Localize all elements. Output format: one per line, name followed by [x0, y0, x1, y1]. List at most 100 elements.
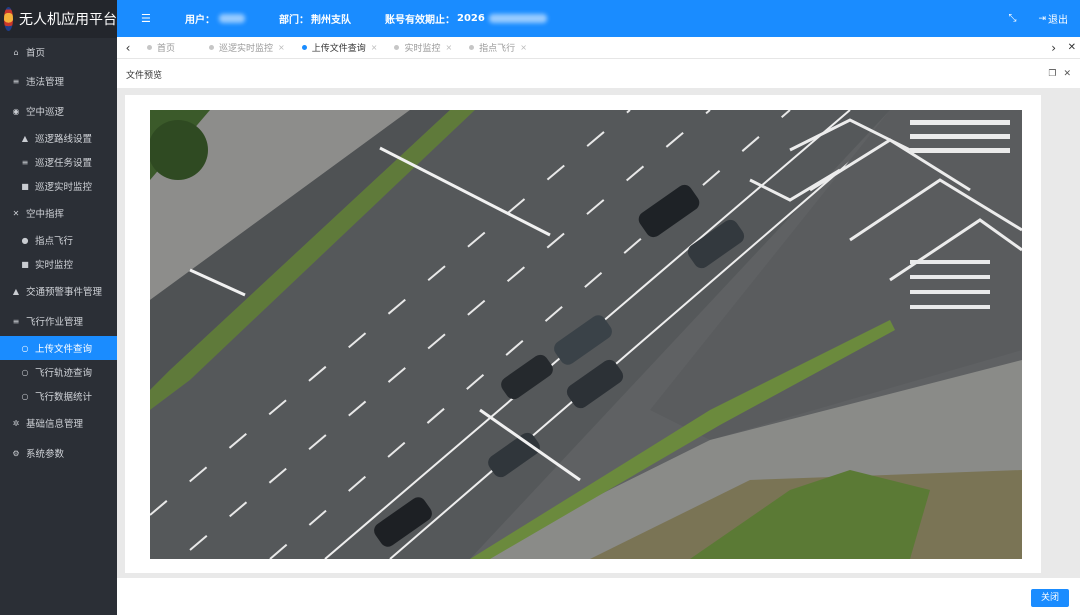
tab-close-icon[interactable]: ×	[520, 43, 527, 52]
sidebar-item-patrol-monitor[interactable]: ■ 巡逻实时监控	[0, 174, 117, 198]
camera-icon: ■	[21, 259, 29, 269]
road-icon: ▲	[21, 133, 29, 143]
list-icon: ≡	[12, 316, 20, 326]
sidebar-item-label: 指点飞行	[35, 236, 74, 247]
tab-patrol-monitor[interactable]: 巡逻实时监控 ×	[209, 41, 285, 54]
expiry-date-redacted	[488, 14, 547, 23]
sidebar-item-label: 违法管理	[26, 77, 65, 88]
close-icon[interactable]: ✕	[1063, 69, 1071, 79]
sidebar-item-upload-query[interactable]: ○ 上传文件查询	[0, 336, 117, 360]
drone-icon: ✕	[12, 208, 20, 218]
tab-label: 首页	[157, 44, 176, 54]
sidebar-item-label: 首页	[26, 48, 46, 59]
tab-scroll-right-icon[interactable]: ›	[1051, 41, 1056, 55]
sidebar-item-air-command[interactable]: ✕ 空中指挥	[0, 198, 117, 228]
panel-title: 文件预览	[126, 70, 163, 81]
logout-label: 退出	[1048, 15, 1068, 26]
panel-footer: 关闭	[117, 578, 1080, 615]
eye-icon: ◉	[12, 106, 20, 116]
tab-dot	[301, 45, 307, 50]
sidebar-item-label: 上传文件查询	[35, 344, 93, 355]
tab-home[interactable]: 首页	[147, 41, 175, 54]
tab-label: 实时监控	[404, 44, 441, 54]
tab-upload-query[interactable]: 上传文件查询 ×	[301, 41, 378, 54]
tab-close-icon[interactable]: ×	[445, 43, 452, 52]
dept-info: 部门： 荆州支队	[279, 11, 351, 26]
tab-close-icon[interactable]: ×	[371, 43, 378, 52]
tab-dot	[147, 45, 152, 50]
sidebar-menu: ⌂ 首页 ≡ 违法管理 ◉ 空中巡逻 ▲ 巡逻路线设置 ≡ 巡逻任务设置 ■ 巡逻实时监控 …	[0, 38, 117, 468]
sidebar-item-basic-info[interactable]: ✲ 基础信息管理	[0, 408, 117, 438]
sidebar-item-label: 实时监控	[35, 260, 74, 271]
search-icon: ○	[21, 391, 29, 401]
dept-value: 荆州支队	[311, 15, 351, 26]
aerial-road-image	[150, 110, 1022, 559]
sidebar-item-realtime-monitor[interactable]: ■ 实时监控	[0, 252, 117, 276]
user-label: 用户：	[185, 15, 215, 26]
sidebar-item-flight-ops[interactable]: ≡ 飞行作业管理	[0, 306, 117, 336]
menu-toggle-icon[interactable]: ☰	[141, 12, 153, 25]
tab-point-flight[interactable]: 指点飞行 ×	[469, 41, 527, 54]
sidebar-item-label: 巡逻路线设置	[35, 134, 93, 145]
brand: 无人机应用平台	[0, 0, 117, 38]
fullscreen-icon[interactable]: ⤡	[1008, 13, 1020, 24]
sidebar-item-label: 交通预警事件管理	[26, 287, 103, 298]
sidebar-item-label: 飞行作业管理	[26, 317, 84, 328]
sidebar-item-patrol-task[interactable]: ≡ 巡逻任务设置	[0, 150, 117, 174]
close-button[interactable]: 关闭	[1030, 589, 1069, 607]
sidebar-item-flight-stats[interactable]: ○ 飞行数据统计	[0, 384, 117, 408]
tab-dot	[394, 45, 400, 50]
tab-bar: ‹ 首页 巡逻实时监控 × 上传文件查询 × 实时监控 × 指点飞行 × › ✕	[117, 37, 1080, 59]
sidebar-item-system-params[interactable]: ⚙ 系统参数	[0, 438, 117, 468]
logout-icon: ⇥	[1038, 13, 1046, 24]
sidebar-item-track-query[interactable]: ○ 飞行轨迹查询	[0, 360, 117, 384]
user-info: 用户：	[185, 11, 245, 26]
expiry-value: 2026	[457, 13, 485, 24]
file-preview-panel: 文件预览 ❐ ✕ 关闭	[117, 60, 1080, 615]
sidebar-item-label: 飞行数据统计	[35, 392, 93, 403]
close-tabs-icon[interactable]: ✕	[1068, 42, 1076, 53]
camera-icon: ■	[21, 181, 29, 191]
logout-button[interactable]: ⇥ 退出	[1038, 11, 1068, 27]
sidebar-item-label: 飞行轨迹查询	[35, 368, 93, 379]
tab-label: 指点飞行	[479, 44, 516, 54]
sidebar-item-label: 空中指挥	[26, 209, 65, 220]
tab-label: 上传文件查询	[311, 44, 366, 54]
gear-icon: ✲	[12, 418, 20, 428]
sidebar-item-label: 巡逻实时监控	[35, 182, 93, 193]
target-icon: ●	[21, 235, 29, 245]
tab-dot	[469, 45, 475, 50]
sidebar-item-traffic-alert[interactable]: ▲ 交通预警事件管理	[0, 276, 117, 306]
preview-viewer	[117, 88, 1080, 578]
sidebar-item-patrol-route[interactable]: ▲ 巡逻路线设置	[0, 126, 117, 150]
sidebar-item-label: 空中巡逻	[26, 107, 65, 118]
panel-header: 文件预览 ❐ ✕	[117, 60, 1080, 88]
app-title: 无人机应用平台	[19, 12, 117, 28]
user-name-redacted	[219, 14, 245, 23]
tab-realtime-monitor[interactable]: 实时监控 ×	[394, 41, 452, 54]
expiry-label: 账号有效期止：	[385, 15, 455, 26]
sidebar-item-label: 基础信息管理	[26, 419, 84, 430]
sidebar-item-air-patrol[interactable]: ◉ 空中巡逻	[0, 96, 117, 126]
search-icon: ○	[21, 367, 29, 377]
tab-scroll-left-icon[interactable]: ‹	[117, 41, 139, 55]
maximize-icon[interactable]: ❐	[1048, 69, 1056, 79]
sidebar-item-violation[interactable]: ≡ 违法管理	[0, 66, 117, 96]
tab-close-icon[interactable]: ×	[278, 43, 285, 52]
bell-icon: ▲	[12, 286, 20, 296]
dept-label: 部门：	[279, 15, 309, 26]
home-icon: ⌂	[13, 47, 19, 57]
sidebar-item-point-flight[interactable]: ● 指点飞行	[0, 228, 117, 252]
sidebar-item-label: 系统参数	[26, 449, 65, 460]
settings-icon: ⚙	[12, 448, 20, 458]
tab-label: 巡逻实时监控	[219, 44, 274, 54]
police-badge-logo	[4, 7, 13, 31]
list-icon: ≡	[12, 76, 20, 86]
search-icon: ○	[21, 343, 29, 353]
sidebar-item-label: 巡逻任务设置	[35, 158, 93, 169]
tasks-icon: ≡	[21, 157, 29, 167]
tab-dot	[209, 45, 215, 50]
expiry-info: 账号有效期止： 2026	[385, 11, 547, 26]
sidebar-item-home[interactable]: ⌂ 首页	[0, 38, 117, 66]
top-bar: ☰ 用户： 部门： 荆州支队 账号有效期止： 2026 ⤡ ⇥ 退出	[117, 0, 1080, 37]
